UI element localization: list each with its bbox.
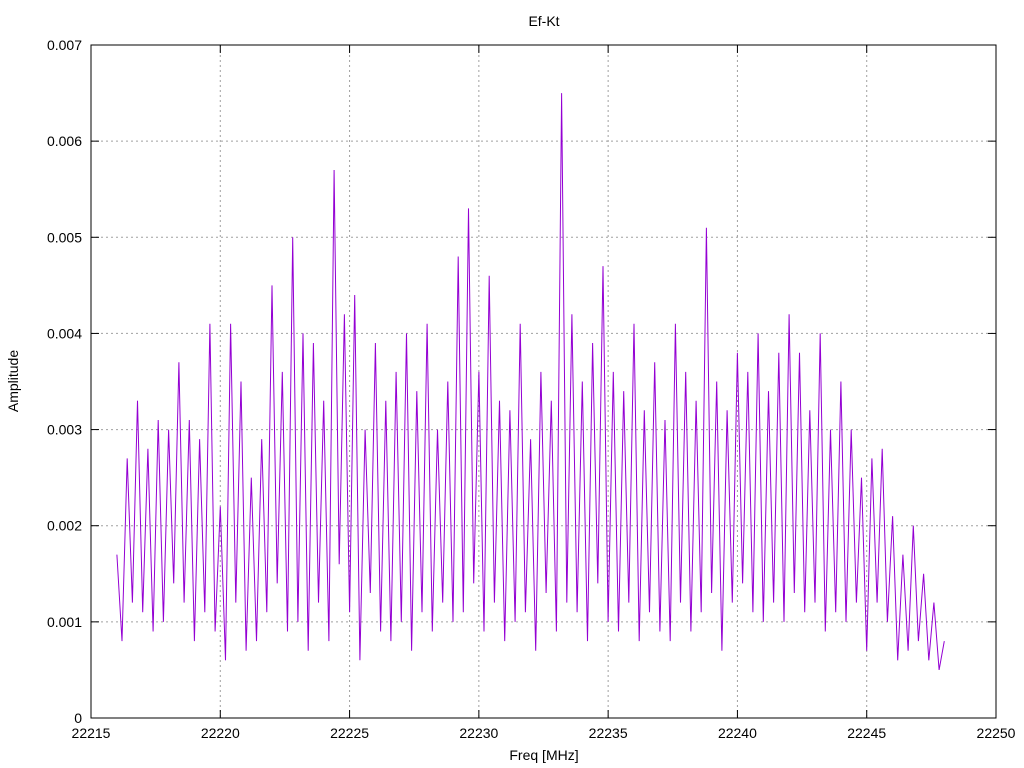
series-layer bbox=[116, 93, 945, 670]
amplitude-spectrum-chart: 22215 22220 22225 22230 22235 22240 22245 22250… bbox=[5, 13, 1016, 763]
y-tick-label: 0.006 bbox=[47, 133, 82, 149]
x-tick-label: 22250 bbox=[977, 725, 1016, 741]
grid-layer bbox=[91, 45, 996, 718]
y-tick-label: 0.003 bbox=[47, 422, 82, 438]
x-tick-label: 22220 bbox=[201, 725, 240, 741]
ticks-layer: 22215 22220 22225 22230 22235 22240 22245 22250… bbox=[47, 37, 1016, 741]
chart-title: Ef-Kt bbox=[528, 13, 559, 29]
chart-container: 22215 22220 22225 22230 22235 22240 22245 22250… bbox=[0, 0, 1024, 768]
x-tick-label: 22215 bbox=[72, 725, 111, 741]
y-tick-label: 0.007 bbox=[47, 37, 82, 53]
amplitude-series-line bbox=[116, 93, 945, 670]
x-tick-label: 22235 bbox=[589, 725, 628, 741]
x-axis-label: Freq [MHz] bbox=[509, 747, 578, 763]
x-tick-label: 22240 bbox=[718, 725, 757, 741]
y-tick-label: 0.002 bbox=[47, 518, 82, 534]
x-tick-label: 22225 bbox=[330, 725, 369, 741]
x-tick-label: 22245 bbox=[847, 725, 886, 741]
y-tick-label: 0.001 bbox=[47, 614, 82, 630]
y-tick-label: 0.004 bbox=[47, 325, 82, 341]
plot-frame bbox=[90, 44, 997, 719]
y-axis-label: Amplitude bbox=[5, 350, 21, 412]
y-tick-label: 0.005 bbox=[47, 229, 82, 245]
y-tick-label: 0 bbox=[74, 710, 82, 726]
x-tick-label: 22230 bbox=[459, 725, 498, 741]
